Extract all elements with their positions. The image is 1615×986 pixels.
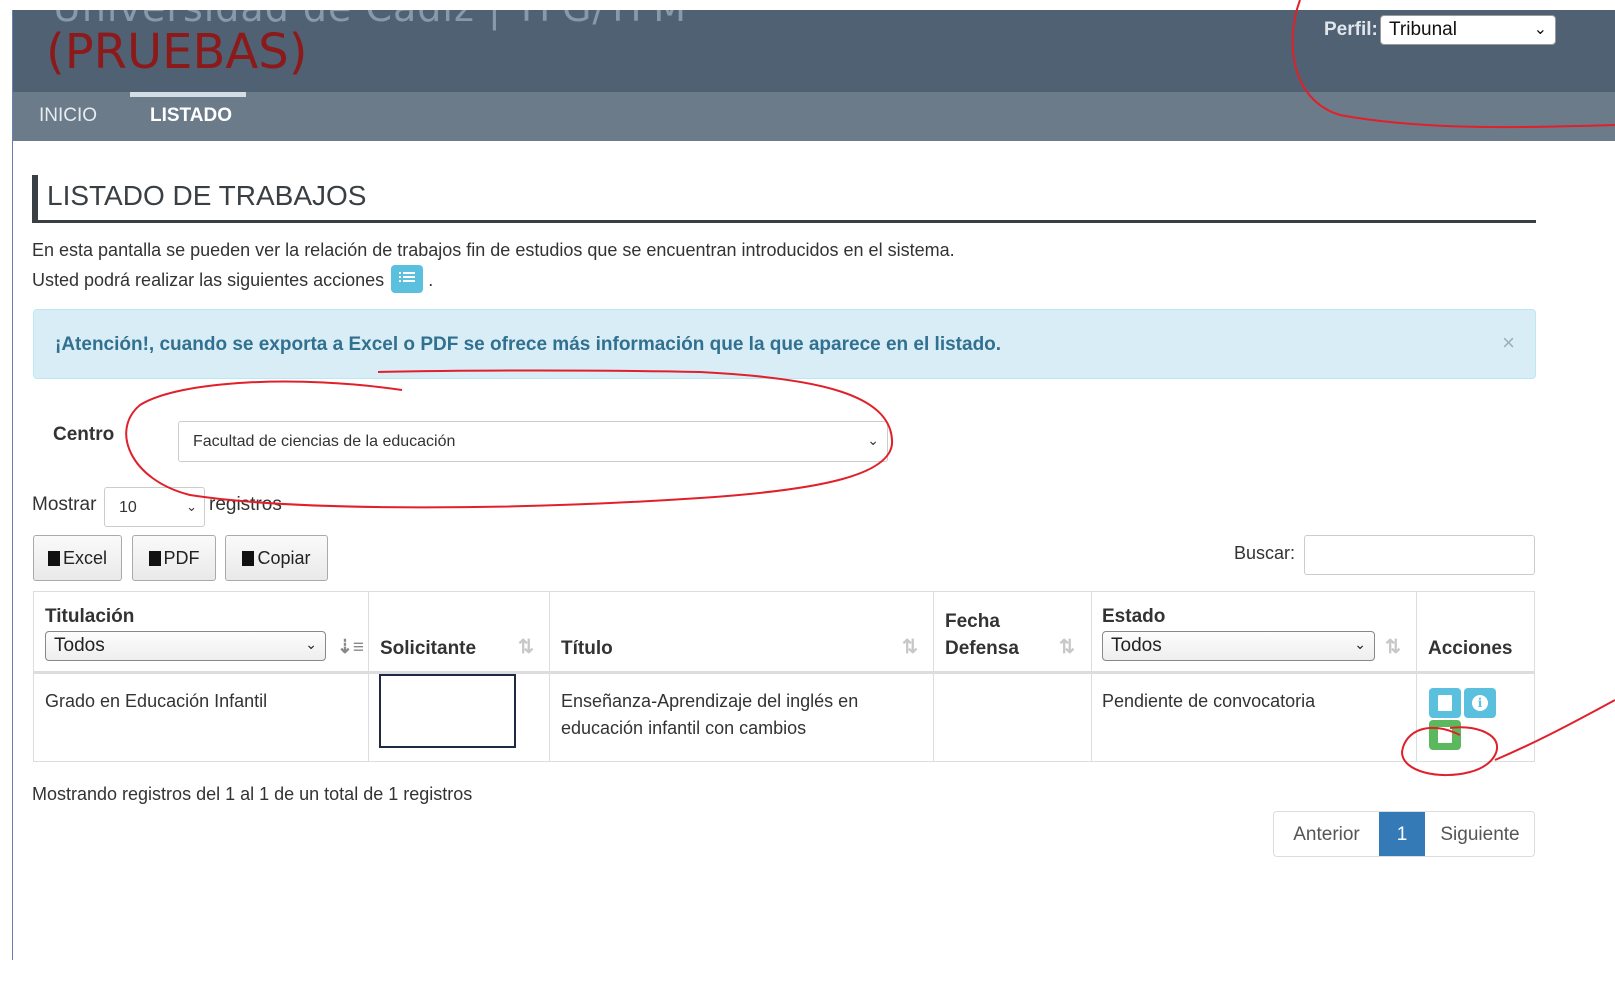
column-divider: [1091, 592, 1092, 761]
list-icon: [391, 265, 424, 293]
column-header-acciones: Acciones: [1428, 638, 1513, 659]
nav-item-inicio[interactable]: INICIO: [39, 105, 97, 127]
pdf-button-label: PDF: [163, 548, 200, 568]
cell-titulacion: Grado en Educación Infantil: [45, 691, 268, 711]
chevron-down-icon: ⌄: [867, 432, 879, 448]
estado-filter-value: Todos: [1111, 635, 1162, 656]
table-info: Mostrando registros del 1 al 1 de un tot…: [32, 784, 473, 804]
column-header-titulo[interactable]: Título: [561, 638, 613, 660]
column-header-estado[interactable]: Estado: [1102, 606, 1165, 628]
file-pdf-icon: [148, 551, 161, 566]
column-divider: [368, 592, 369, 761]
titulacion-filter-value: Todos: [54, 635, 105, 656]
main-nav: INICIO LISTADO: [13, 92, 1615, 141]
page-title: LISTADO DE TRABAJOS: [32, 175, 1536, 223]
centro-select[interactable]: Facultad de ciencias de la educación ⌄: [178, 421, 888, 462]
description-text: Usted podrá realizar las siguientes acci…: [32, 269, 385, 290]
pagination-next[interactable]: Siguiente: [1425, 812, 1535, 856]
pagination: Anterior 1 Siguiente: [1273, 811, 1535, 857]
nav-item-listado[interactable]: LISTADO: [150, 105, 232, 127]
trabajos-table: Titulación Todos ⌄ ⇣≡ Solicitante ⇅ Títu…: [33, 591, 1535, 762]
info-alert: ¡Atención!, cuando se exporta a Excel o …: [33, 309, 1536, 379]
sort-asc-icon[interactable]: ⇣≡: [337, 636, 364, 659]
column-header-fecha-line2[interactable]: Defensa: [945, 638, 1019, 660]
sort-icon[interactable]: ⇅: [902, 636, 918, 659]
cell-titulo-line2: educación infantil con cambios: [561, 718, 807, 738]
alert-text: ¡Atención!, cuando se exporta a Excel o …: [55, 334, 1002, 355]
page-left-border: [12, 10, 13, 960]
column-header-titulacion[interactable]: Titulación: [45, 606, 134, 628]
info-button[interactable]: i: [1464, 688, 1496, 718]
info-circle-icon: i: [1472, 695, 1488, 711]
cell-solicitante: [379, 674, 516, 748]
nav-active-indicator: [130, 92, 246, 97]
page-length-value: 10: [119, 499, 137, 516]
chevron-down-icon: ⌄: [305, 636, 317, 652]
description-end: .: [428, 269, 434, 290]
copy-button[interactable]: Copiar: [225, 535, 328, 581]
sort-icon[interactable]: ⇅: [518, 636, 534, 659]
profile-select-value: Tribunal: [1389, 19, 1457, 40]
sort-icon[interactable]: ⇅: [1385, 636, 1401, 659]
search-label: Buscar:: [1234, 543, 1296, 563]
estado-filter-select[interactable]: Todos ⌄: [1102, 631, 1375, 661]
document-icon: [1438, 695, 1452, 711]
cell-titulo-line1: Enseñanza-Aprendizaje del inglés en: [561, 691, 859, 711]
app-header: Universidad de Cádiz | TFG/TFM (PRUEBAS)…: [13, 10, 1615, 92]
pdf-export-button[interactable]: PDF: [132, 535, 216, 581]
registros-label: registros: [209, 494, 282, 515]
chevron-down-icon: ⌄: [1533, 21, 1547, 38]
column-divider: [1416, 592, 1417, 761]
profile-label: Perfil:: [1324, 19, 1378, 40]
pagination-page-current[interactable]: 1: [1379, 812, 1425, 856]
column-divider: [933, 592, 934, 761]
page-description-line1: En esta pantalla se pueden ver la relaci…: [32, 240, 955, 260]
file-export-button[interactable]: [1429, 720, 1461, 750]
column-header-solicitante[interactable]: Solicitante: [380, 638, 476, 660]
file-excel-icon: [47, 551, 60, 566]
close-icon[interactable]: ×: [1502, 330, 1515, 356]
chevron-down-icon: ⌄: [186, 499, 197, 514]
profile-select[interactable]: Tribunal ⌄: [1380, 15, 1556, 45]
page-title-text: LISTADO DE TRABAJOS: [47, 180, 367, 211]
column-header-fecha-line1[interactable]: Fecha: [945, 611, 1000, 633]
view-document-button[interactable]: [1429, 688, 1461, 718]
titulacion-filter-select[interactable]: Todos ⌄: [45, 631, 326, 661]
chevron-down-icon: ⌄: [1354, 636, 1366, 652]
copy-icon: [242, 551, 255, 566]
excel-export-button[interactable]: Excel: [33, 535, 122, 581]
mostrar-label: Mostrar: [32, 494, 97, 515]
copy-button-label: Copiar: [257, 548, 311, 568]
column-divider: [549, 592, 550, 761]
centro-select-value: Facultad de ciencias de la educación: [193, 433, 456, 450]
sort-icon[interactable]: ⇅: [1059, 636, 1075, 659]
page-description-line2: Usted podrá realizar las siguientes acci…: [32, 265, 434, 295]
search-input[interactable]: [1304, 535, 1535, 575]
environment-label: (PRUEBAS): [46, 24, 308, 80]
cell-estado: Pendiente de convocatoria: [1102, 691, 1316, 711]
file-export-icon: [1438, 727, 1452, 743]
excel-button-label: Excel: [62, 548, 107, 568]
page-length-select[interactable]: 10 ⌄: [104, 487, 205, 527]
centro-label: Centro: [53, 424, 115, 445]
pagination-prev[interactable]: Anterior: [1274, 812, 1379, 856]
